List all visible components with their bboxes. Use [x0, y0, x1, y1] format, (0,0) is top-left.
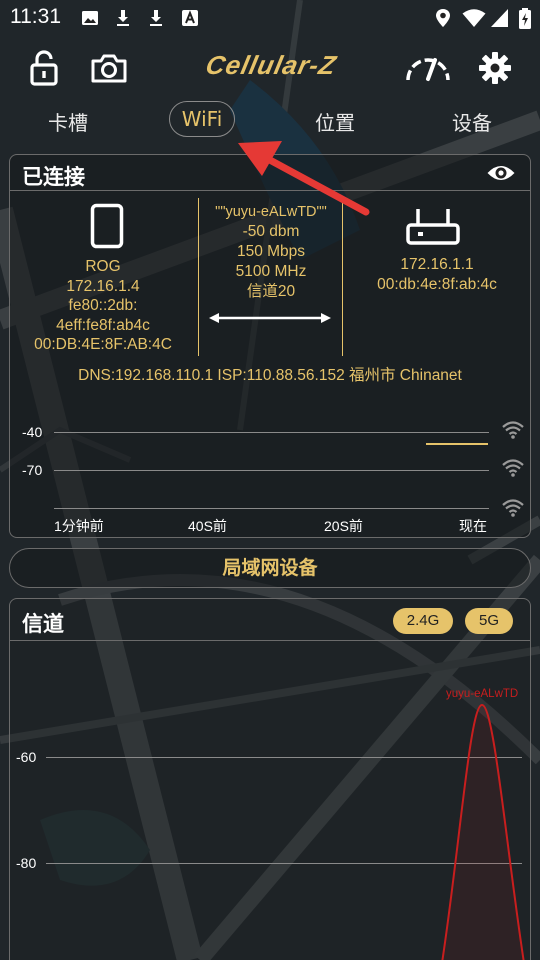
router-ip: 172.16.1.1 — [400, 256, 474, 273]
device-info: ROG 172.16.1.4 fe80::2db: 4eff:fe8f:ab4c… — [10, 257, 196, 355]
tab-device[interactable]: 设备 — [444, 104, 500, 138]
text-badge-icon — [182, 10, 198, 26]
location-icon — [436, 9, 450, 27]
wifi-icon — [462, 9, 486, 27]
tab-wifi[interactable]: WiFi — [169, 101, 235, 137]
graph-x-label: 40S前 — [188, 518, 227, 534]
link-speed: 150 Mbps — [236, 243, 306, 260]
link-signal: -50 dbm — [242, 223, 300, 240]
double-arrow-icon — [209, 313, 331, 323]
download-icon — [150, 10, 162, 26]
router-icon — [406, 209, 460, 245]
connected-title: 已连接 — [22, 165, 85, 189]
status-time: 11:31 — [10, 5, 61, 28]
graph-grid-line — [54, 432, 489, 433]
router-info: 172.16.1.1 00:db:4e:8f:ab:4c — [344, 255, 530, 294]
connected-panel-header: 已连接 — [10, 155, 530, 191]
device-name: ROG — [85, 258, 121, 275]
channel-curve — [441, 703, 525, 960]
link-channel: 信道20 — [246, 283, 296, 300]
graph-grid-line — [54, 470, 489, 471]
speedometer-icon — [406, 58, 450, 81]
device-ipv6-line1: fe80::2db: — [68, 297, 138, 314]
channel-panel-header: 信道 2.4G 5G — [10, 599, 530, 641]
channel-title: 信道 — [22, 612, 64, 636]
graph-x-label: 1分钟前 — [54, 518, 104, 534]
band-5g-button[interactable]: 5G — [465, 608, 513, 634]
divider-left — [198, 198, 199, 356]
dns-isp-info: DNS:192.168.110.1 ISP:110.88.56.152 福州市 … — [78, 367, 462, 384]
download-icon — [117, 10, 129, 26]
device-ip: 172.16.1.4 — [66, 277, 140, 295]
graph-grid-line — [54, 508, 489, 509]
tab-location[interactable]: 位置 — [307, 104, 363, 138]
graph-x-label: 现在 — [459, 518, 487, 534]
channel-panel: 信道 2.4G 5G -60 -80 yuyu-eALwTD — [9, 598, 531, 960]
eye-icon[interactable] — [486, 162, 516, 184]
lock-button[interactable] — [23, 48, 65, 88]
device-mac: 00:DB:4E:8F:AB:4C — [34, 336, 172, 353]
wifi-strong-icon — [502, 421, 524, 439]
device-ipv6-line2: 4eff:fe8f:ab4c — [56, 316, 150, 334]
connected-panel: 已连接 ROG 172.16.1.4 fe80::2db: 4eff:fe8f:… — [9, 154, 531, 538]
graph-y-label: -70 — [22, 462, 43, 478]
band-2-4g-button[interactable]: 2.4G — [393, 608, 453, 634]
camera-icon — [91, 54, 127, 83]
channel-y-label: -80 — [16, 855, 37, 871]
link-info: ""yuyu-eALwTD"" -50 dbm 150 Mbps 5100 MH… — [200, 202, 342, 302]
status-bar: 11:31 — [0, 0, 540, 36]
tab-sim-slot[interactable]: 卡槽 — [40, 104, 96, 138]
wifi-medium-icon — [502, 459, 524, 477]
lock-icon — [30, 50, 58, 86]
speed-test-button[interactable] — [404, 48, 452, 88]
graph-y-label: -40 — [22, 424, 43, 440]
link-frequency: 5100 MHz — [235, 263, 307, 280]
settings-button[interactable] — [474, 48, 516, 88]
phone-icon — [90, 203, 124, 249]
lan-devices-button[interactable]: 局域网设备 — [9, 548, 531, 588]
graph-x-label: 20S前 — [324, 518, 363, 534]
app-logo: Cellular-Z — [203, 50, 340, 80]
router-mac: 00:db:4e:8f:ab:4c — [377, 275, 497, 293]
link-ssid: ""yuyu-eALwTD"" — [215, 204, 327, 220]
channel-y-label: -60 — [16, 749, 37, 765]
image-icon — [82, 11, 98, 25]
signal-history-line — [426, 443, 488, 445]
signal-icon — [491, 9, 508, 27]
gear-icon — [479, 52, 511, 84]
screenshot-button[interactable] — [88, 48, 130, 88]
battery-icon — [519, 8, 531, 29]
divider-right — [342, 198, 343, 356]
wifi-weak-icon — [502, 499, 524, 517]
